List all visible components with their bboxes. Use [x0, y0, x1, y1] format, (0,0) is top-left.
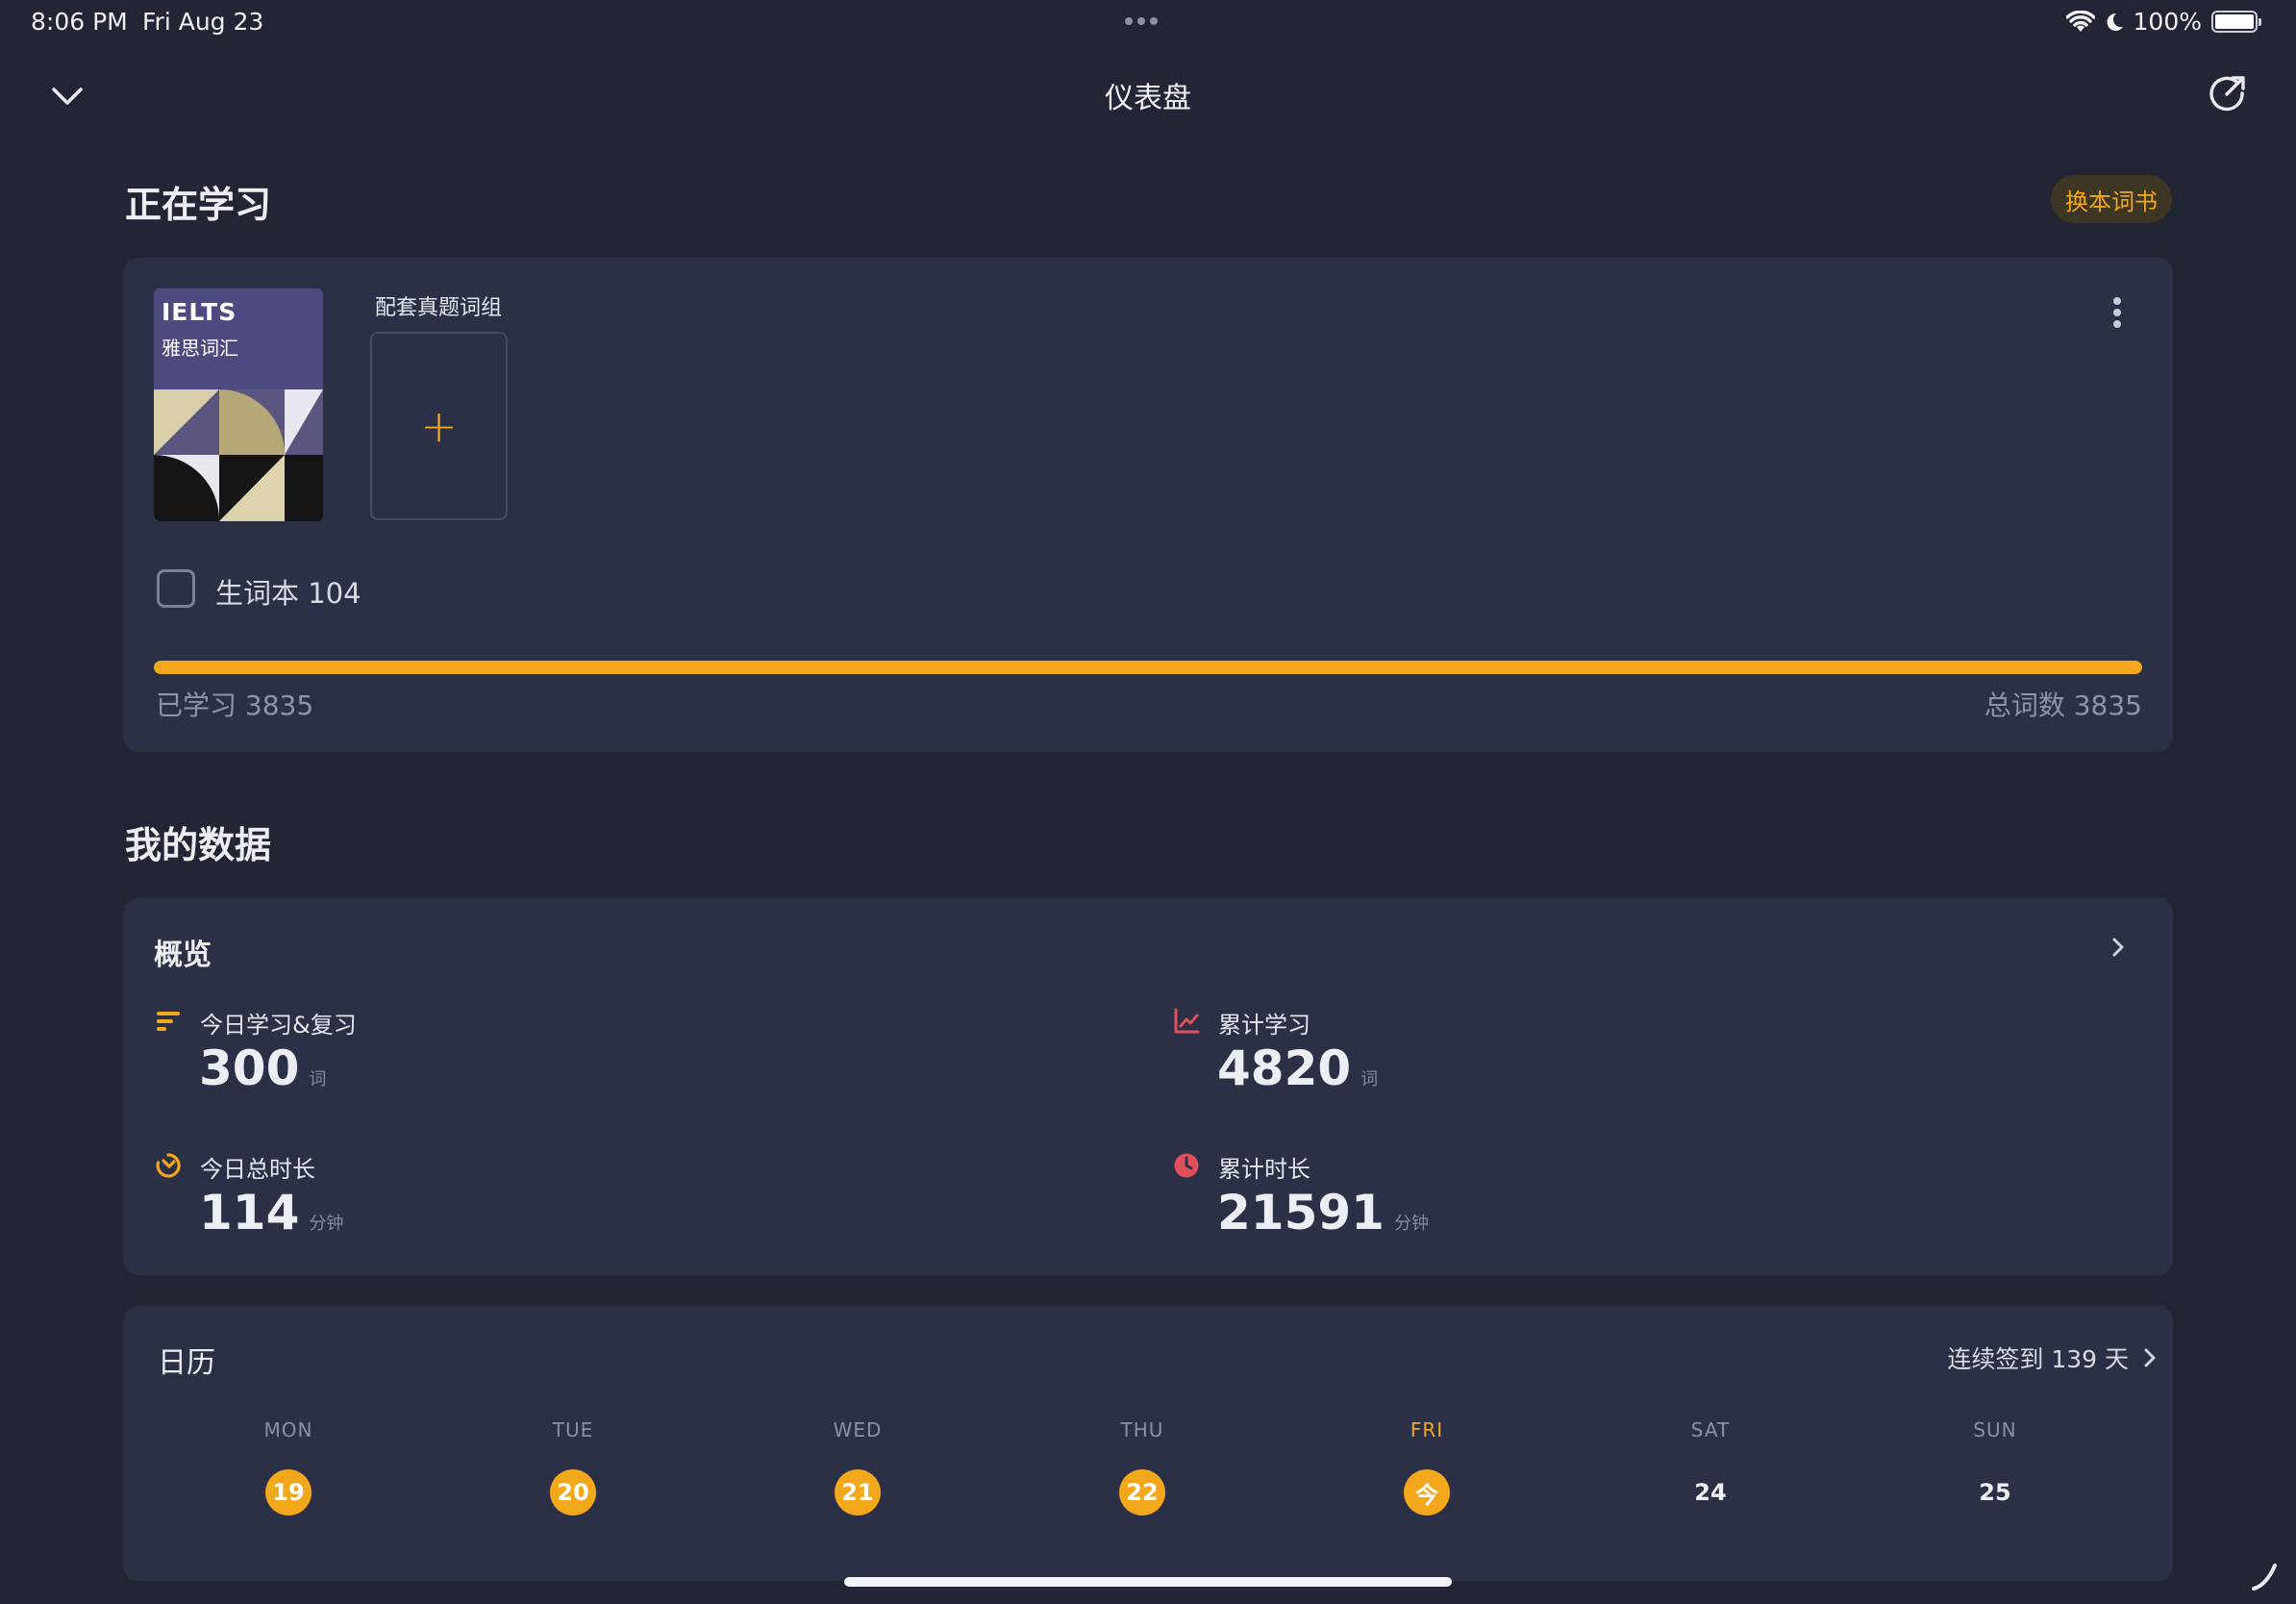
learning-progress-bar	[154, 661, 2142, 674]
stat-total-value: 4820	[1217, 1040, 1352, 1096]
timer-icon	[156, 1153, 181, 1178]
multitasking-dots-icon[interactable]	[1125, 17, 1158, 25]
streak-chevron-right-icon	[2144, 1348, 2156, 1367]
battery-icon	[2211, 11, 2261, 33]
status-date: Fri Aug 23	[142, 8, 264, 36]
calendar-day[interactable]: 25	[1972, 1469, 2018, 1516]
stat-today-unit: 词	[309, 1069, 327, 1090]
home-indicator[interactable]	[844, 1577, 1452, 1587]
calendar-dow-mon: MON	[263, 1418, 313, 1441]
calendar-day[interactable]: 24	[1687, 1469, 1734, 1516]
switch-book-button[interactable]: 换本词书	[2051, 175, 2172, 223]
calendar-card	[123, 1306, 2173, 1581]
stat-total-time-unit: 分钟	[1393, 1214, 1429, 1234]
calendar-title: 日历	[158, 1346, 215, 1380]
stat-total-time-value: 21591	[1217, 1185, 1385, 1241]
calendar-dow-sat: SAT	[1690, 1418, 1731, 1441]
learning-progress-fill	[154, 661, 2142, 674]
book-cover-title: IELTS	[162, 298, 237, 326]
calendar-day[interactable]: 20	[550, 1469, 596, 1516]
stat-today-time-label: 今日总时长	[200, 1156, 315, 1183]
stat-total-time-label: 累计时长	[1218, 1156, 1310, 1183]
stat-today-words: 300 词	[199, 1040, 326, 1096]
overview-chevron-right-icon[interactable]	[2106, 935, 2131, 960]
stat-total-words: 4820 词	[1217, 1040, 1378, 1096]
vocab-book-label[interactable]: 生词本 104	[215, 571, 362, 612]
share-icon[interactable]	[2208, 73, 2248, 113]
battery-percent: 100%	[2133, 8, 2202, 36]
add-match-group-button[interactable]: +	[370, 332, 508, 520]
stat-today-label: 今日学习&复习	[200, 1012, 357, 1039]
stat-today-time-unit: 分钟	[309, 1214, 344, 1234]
calendar-dow-fri: FRI	[1410, 1418, 1444, 1441]
stat-today-time-value: 114	[199, 1185, 300, 1241]
overview-title: 概览	[154, 939, 212, 972]
page-title: 仪表盘	[1105, 82, 1191, 115]
calendar-day[interactable]: 22	[1119, 1469, 1165, 1516]
status-time: 8:06 PM	[31, 8, 128, 36]
calendar-dow-thu: THU	[1120, 1418, 1164, 1441]
pencil-corner-icon[interactable]	[2250, 1560, 2281, 1592]
calendar-dow-sun: SUN	[1973, 1418, 2017, 1441]
my-data-section-title: 我的数据	[125, 824, 272, 866]
calendar-day[interactable]: 21	[835, 1469, 881, 1516]
bars-icon	[157, 1012, 180, 1031]
book-cover-subtitle: 雅思词汇	[162, 337, 238, 360]
stat-total-label: 累计学习	[1218, 1012, 1310, 1039]
stat-total-unit: 词	[1360, 1069, 1379, 1090]
match-group-label: 配套真题词组	[375, 296, 503, 320]
total-count: 总词数 3835	[1984, 689, 2142, 721]
stat-today-value: 300	[199, 1040, 300, 1096]
wifi-icon	[2065, 10, 2095, 32]
book-cover-pattern	[154, 389, 323, 521]
moon-icon	[2107, 13, 2123, 31]
calendar-day-today[interactable]: 今	[1404, 1469, 1450, 1516]
calendar-dow-tue: TUE	[552, 1418, 594, 1441]
calendar-day[interactable]: 19	[265, 1469, 312, 1516]
vocab-book-checkbox[interactable]	[157, 569, 195, 608]
learned-count: 已学习 3835	[156, 689, 314, 721]
learning-section-title: 正在学习	[125, 184, 272, 226]
streak-link[interactable]: 连续签到 139 天	[1947, 1341, 2159, 1375]
more-vertical-icon[interactable]	[2106, 293, 2129, 332]
streak-label: 连续签到 139 天	[1947, 1345, 2129, 1373]
calendar-dow-wed: WED	[833, 1418, 883, 1441]
overview-card[interactable]	[123, 898, 2173, 1275]
plus-icon: +	[420, 400, 458, 452]
stat-total-time: 21591 分钟	[1217, 1185, 1429, 1241]
line-chart-icon	[1174, 1008, 1200, 1034]
status-indicators: 100%	[2065, 8, 2261, 36]
book-cover[interactable]: IELTS 雅思词汇	[154, 288, 323, 521]
stat-today-time: 114 分钟	[199, 1185, 343, 1241]
clock-icon	[1174, 1153, 1199, 1178]
